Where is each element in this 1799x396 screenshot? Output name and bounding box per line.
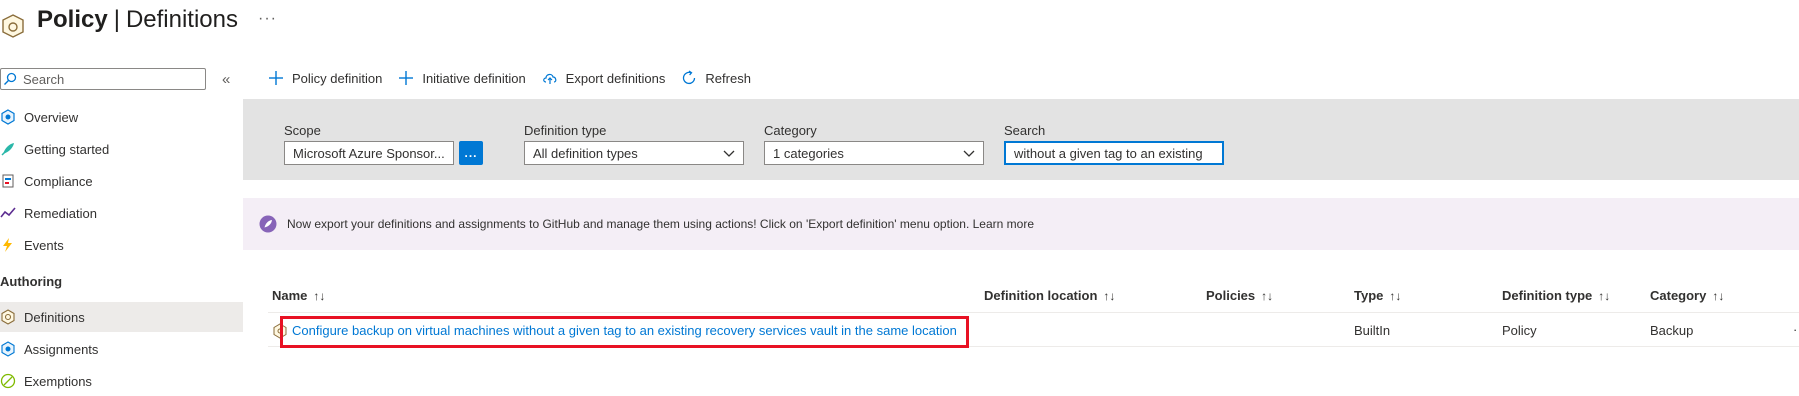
sidebar-section-authoring: Authoring (0, 274, 63, 289)
sort-icon[interactable]: ↑↓ (1712, 289, 1724, 303)
column-header-label: Name (272, 288, 308, 303)
definitions-icon (1, 309, 15, 325)
category-label: Category (764, 123, 817, 138)
lightning-icon (3, 238, 12, 252)
sidebar-item-label: Events (24, 237, 64, 253)
sidebar-item-assignments[interactable]: Assignments (0, 334, 243, 364)
sort-icon[interactable]: ↑↓ (313, 289, 325, 303)
sidebar-item-label: Definitions (24, 309, 85, 325)
row-more-button[interactable]: · (1793, 322, 1797, 337)
refresh-icon (683, 70, 696, 85)
refresh-label: Refresh (705, 70, 751, 86)
column-header-label: Definition location (984, 288, 1098, 303)
table-divider (268, 312, 1799, 313)
sort-icon[interactable]: ↑↓ (1261, 289, 1273, 303)
column-header-label: Type (1354, 288, 1384, 303)
plus-icon (269, 71, 283, 85)
title-separator: | (113, 6, 120, 33)
policy-icon (2, 14, 24, 38)
definition-type-label: Definition type (524, 123, 607, 138)
sort-icon[interactable]: ↑↓ (1598, 289, 1610, 303)
sidebar-item-label: Compliance (24, 173, 93, 189)
title-bold: Policy (37, 6, 108, 33)
sidebar-item-label: Remediation (24, 205, 97, 221)
cell-type: BuiltIn (1354, 323, 1391, 338)
plus-icon (399, 71, 414, 85)
policy-definition-label: Policy definition (292, 70, 383, 86)
column-header-category[interactable]: Category ↑↓ (1650, 288, 1724, 303)
sidebar-search-input[interactable] (23, 70, 203, 88)
assignments-icon (1, 341, 15, 357)
title-rest: Definitions (125, 6, 238, 33)
policy-definition-button[interactable]: Policy definition (268, 70, 382, 86)
filter-panel (243, 99, 1799, 180)
rocket-icon (259, 215, 277, 233)
cell-definition-type: Policy (1502, 323, 1537, 338)
sidebar-item-remediation[interactable]: Remediation (0, 198, 243, 228)
sidebar-item-label: Assignments (24, 341, 99, 357)
category-value: 1 categories (773, 145, 844, 161)
column-header-policies[interactable]: Policies ↑↓ (1206, 288, 1273, 303)
sidebar-item-label: Exemptions (24, 373, 92, 389)
info-banner: Now export your definitions and assignme… (243, 198, 1799, 250)
remediation-icon (0, 207, 16, 218)
sidebar-item-compliance[interactable]: Compliance (0, 166, 243, 196)
export-definitions-label: Export definitions (565, 70, 666, 86)
category-dropdown[interactable]: 1 categories (764, 141, 984, 165)
initiative-definition-label: Initiative definition (422, 70, 526, 86)
scope-label: Scope (284, 123, 321, 138)
scope-field[interactable]: Microsoft Azure Sponsor... (284, 141, 454, 165)
rocket-icon (1, 143, 14, 156)
sidebar-item-definitions[interactable]: Definitions (0, 302, 243, 332)
refresh-button[interactable]: Refresh (681, 70, 751, 86)
more-options-button[interactable]: ··· (258, 10, 277, 28)
cloud-upload-icon (542, 73, 557, 84)
search-input[interactable]: without a given tag to an existing (1004, 141, 1224, 165)
definition-type-value: All definition types (533, 145, 638, 161)
initiative-definition-button[interactable]: Initiative definition (398, 70, 526, 86)
column-header-definition-location[interactable]: Definition location ↑↓ (984, 288, 1115, 303)
sidebar-item-events[interactable]: Events (0, 230, 243, 260)
sidebar-item-getting-started[interactable]: Getting started (0, 134, 243, 164)
search-label: Search (1004, 123, 1046, 138)
page-title: Policy | Definitions (37, 6, 238, 34)
sidebar-search[interactable] (0, 68, 206, 90)
compliance-icon (2, 174, 14, 188)
search-icon (4, 72, 17, 85)
cell-category: Backup (1650, 323, 1694, 338)
sidebar-item-label: Getting started (24, 141, 110, 157)
sidebar-item-exemptions[interactable]: Exemptions (0, 366, 243, 396)
overview-icon (1, 109, 15, 125)
chevron-down-icon (963, 150, 975, 157)
export-definitions-button[interactable]: Export definitions (542, 70, 666, 86)
sidebar-item-overview[interactable]: Overview (0, 102, 243, 132)
highlight-box (280, 316, 969, 348)
scope-picker-button[interactable]: ... (459, 141, 483, 165)
sidebar-item-label: Overview (24, 109, 79, 125)
chevron-down-icon (723, 150, 735, 157)
collapse-sidebar-button[interactable]: « (222, 71, 230, 88)
column-header-label: Category (1650, 288, 1707, 303)
sort-icon[interactable]: ↑↓ (1103, 289, 1115, 303)
column-header-label: Policies (1206, 288, 1256, 303)
banner-text: Now export your definitions and assignme… (287, 217, 1034, 231)
column-header-label: Definition type (1502, 288, 1593, 303)
column-header-type[interactable]: Type ↑↓ (1354, 288, 1401, 303)
sort-icon[interactable]: ↑↓ (1389, 289, 1401, 303)
column-header-name[interactable]: Name ↑↓ (272, 288, 325, 303)
command-bar: Policy definition Initiative definition … (268, 70, 767, 86)
column-header-definition-type[interactable]: Definition type ↑↓ (1502, 288, 1610, 303)
definition-type-dropdown[interactable]: All definition types (524, 141, 744, 165)
